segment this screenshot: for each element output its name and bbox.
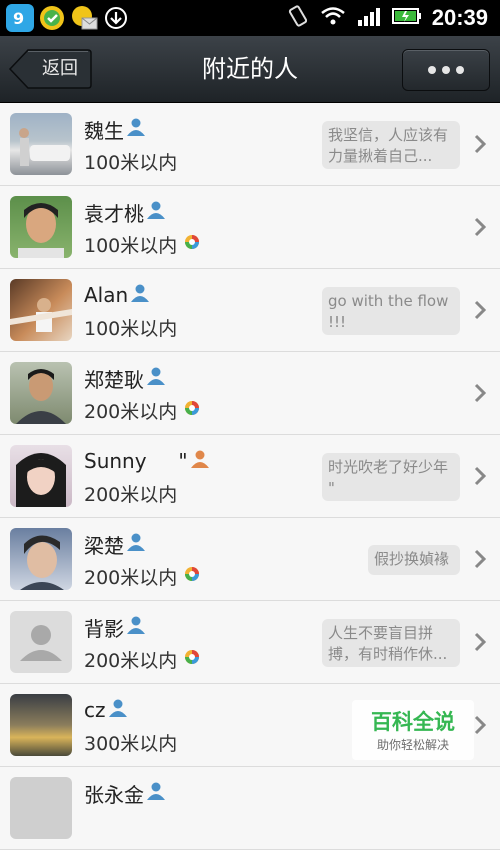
person-name: cz [84, 698, 106, 722]
list-item[interactable]: 张永金 [0, 767, 500, 850]
male-user-icon [108, 698, 128, 722]
app-store-icon: 9 [6, 4, 34, 32]
avatar [10, 196, 72, 258]
vibrate-icon [286, 5, 310, 31]
distance-label: 300米以内 [84, 732, 178, 755]
avatar [10, 777, 72, 839]
male-user-icon [130, 283, 150, 307]
list-item[interactable]: Alan 100米以内 go with the flow !!! [0, 269, 500, 352]
clock: 20:39 [431, 5, 488, 30]
signature-bubble: go with the flow !!! [322, 287, 460, 335]
distance-label: 200米以内 [84, 400, 178, 423]
person-name: 张永金 [84, 782, 144, 807]
female-user-icon [190, 449, 210, 473]
list-item[interactable]: 背影 200米以内 人生不要盲目拼搏，有时稍作休... [0, 601, 500, 684]
status-bar: 9 20:39 [0, 0, 500, 36]
signature-bubble: 我坚信，人应该有力量揪着自己... [322, 121, 460, 169]
avatar [10, 362, 72, 424]
more-options-button[interactable] [402, 49, 490, 91]
male-user-icon [146, 366, 166, 390]
avatar [10, 113, 72, 175]
distance-label: 200米以内 [84, 566, 178, 589]
chevron-right-icon [474, 466, 487, 490]
person-name: Sunny " [84, 449, 188, 473]
more-dot-icon [456, 66, 464, 74]
person-name: Alan [84, 283, 129, 307]
distance-label: 200米以内 [84, 483, 178, 506]
distance-label: 200米以内 [84, 649, 178, 672]
check-notification-icon [38, 4, 66, 32]
title-bar: 返回 附近的人 [0, 36, 500, 103]
person-name: 梁楚 [84, 533, 124, 558]
moments-icon [184, 400, 200, 420]
chevron-right-icon [474, 383, 487, 407]
person-name: 魏生 [84, 118, 124, 143]
wifi-icon [320, 6, 346, 30]
watermark: 百科全说 助你轻松解决 [352, 700, 474, 760]
watermark-subtitle: 助你轻松解决 [376, 738, 449, 752]
list-item[interactable]: 梁楚 200米以内 假抄换媜褖 [0, 518, 500, 601]
list-item[interactable]: Sunny " 200米以内 时光吹老了好少年 " [0, 435, 500, 518]
mail-notification-icon [70, 4, 98, 32]
chevron-right-icon [474, 217, 487, 241]
watermark-title: 百科全说 [371, 710, 455, 734]
person-name: 郑楚耿 [84, 367, 144, 392]
download-icon [102, 4, 130, 32]
signature-bubble: 假抄换媜褖 [368, 545, 460, 575]
svg-text:9: 9 [13, 9, 24, 28]
chevron-right-icon [474, 549, 487, 573]
battery-icon [391, 7, 422, 29]
chevron-right-icon [474, 715, 487, 739]
male-user-icon [126, 117, 146, 141]
male-user-icon [146, 781, 166, 805]
avatar [10, 611, 72, 673]
more-dot-icon [442, 66, 450, 74]
avatar [10, 528, 72, 590]
signature-bubble: 时光吹老了好少年 " [322, 453, 460, 501]
chevron-right-icon [474, 300, 487, 324]
list-item[interactable]: 魏生 100米以内 我坚信，人应该有力量揪着自己... [0, 103, 500, 186]
person-name: 背影 [84, 616, 124, 641]
distance-label: 100米以内 [84, 317, 178, 340]
male-user-icon [146, 200, 166, 224]
signature-bubble: 人生不要盲目拼搏，有时稍作休... [322, 619, 460, 667]
distance-label: 100米以内 [84, 234, 178, 257]
moments-icon [184, 234, 200, 254]
male-user-icon [126, 532, 146, 556]
avatar [10, 279, 72, 341]
list-item[interactable]: 郑楚耿 200米以内 [0, 352, 500, 435]
signal-icon [356, 6, 382, 30]
person-name: 袁才桃 [84, 201, 144, 226]
distance-label: 100米以内 [84, 151, 178, 174]
moments-icon [184, 649, 200, 669]
chevron-right-icon [474, 632, 487, 656]
avatar [10, 445, 72, 507]
avatar [10, 694, 72, 756]
moments-icon [184, 566, 200, 586]
more-dot-icon [428, 66, 436, 74]
male-user-icon [126, 615, 146, 639]
list-item[interactable]: 袁才桃 100米以内 [0, 186, 500, 269]
chevron-right-icon [474, 134, 487, 158]
